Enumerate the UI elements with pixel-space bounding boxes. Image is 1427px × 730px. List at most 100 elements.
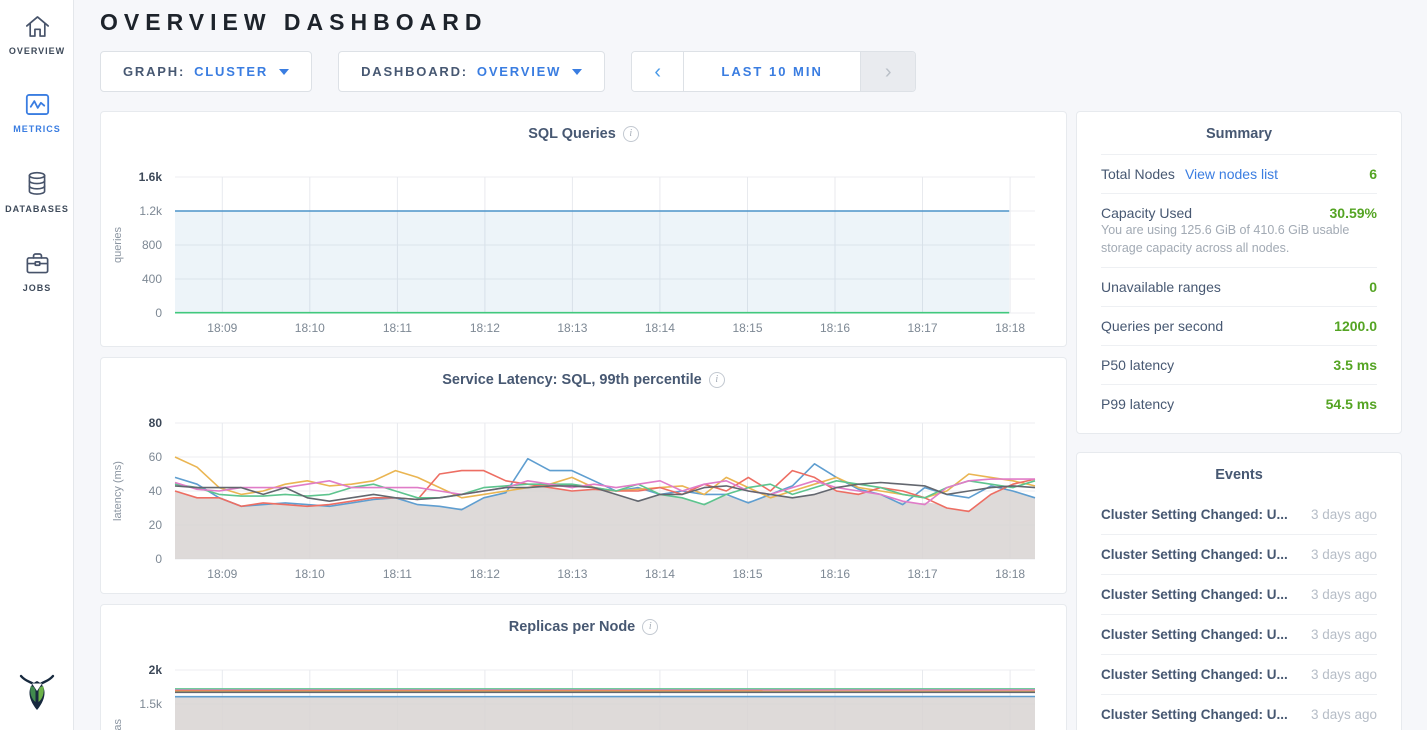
view-nodes-list-link[interactable]: View nodes list (1185, 166, 1278, 182)
sidebar-item-label: DATABASES (5, 204, 69, 214)
svg-text:1.5k: 1.5k (139, 697, 163, 711)
svg-text:18:11: 18:11 (383, 567, 412, 581)
chart-title: SQL Queries (528, 126, 616, 142)
event-row[interactable]: Cluster Setting Changed: U... 3 days ago (1101, 495, 1377, 534)
svg-text:400: 400 (142, 272, 162, 286)
event-title: Cluster Setting Changed: U... (1101, 547, 1288, 562)
time-range-next-button[interactable]: › (860, 52, 915, 91)
sidebar-item-overview[interactable]: OVERVIEW (0, 0, 74, 66)
svg-text:18:18: 18:18 (995, 567, 1025, 581)
svg-text:latency (ms): latency (ms) (112, 461, 124, 521)
svg-text:0: 0 (155, 306, 162, 320)
svg-text:18:10: 18:10 (295, 321, 325, 335)
event-title: Cluster Setting Changed: U... (1101, 587, 1288, 602)
event-time: 3 days ago (1311, 627, 1377, 642)
event-time: 3 days ago (1311, 707, 1377, 722)
svg-text:18:12: 18:12 (470, 321, 500, 335)
sidebar-item-databases[interactable]: DATABASES (0, 156, 74, 224)
page-title: OVERVIEW DASHBOARD (100, 9, 1427, 36)
event-title: Cluster Setting Changed: U... (1101, 507, 1288, 522)
summary-value: 30.59% (1330, 205, 1377, 221)
event-row[interactable]: Cluster Setting Changed: U...3 days ago (1101, 694, 1377, 730)
svg-text:18:16: 18:16 (820, 567, 850, 581)
summary-row-p50: P50 latency 3.5 ms (1101, 345, 1377, 384)
summary-row-qps: Queries per second 1200.0 (1101, 306, 1377, 345)
capacity-note: You are using 125.6 GiB of 410.6 GiB usa… (1101, 219, 1377, 267)
svg-text:2k: 2k (149, 663, 163, 677)
svg-text:18:17: 18:17 (907, 567, 937, 581)
main-content: OVERVIEW DASHBOARD GRAPH: CLUSTER DASHBO… (74, 0, 1427, 730)
summary-label: Unavailable ranges (1101, 279, 1221, 295)
replicas-per-node-chart[interactable]: 00.5k1k1.5k2k18:0918:1018:1118:1218:1318… (101, 660, 1066, 730)
summary-label: Queries per second (1101, 318, 1223, 334)
caret-down-icon (279, 69, 289, 75)
side-column: Summary Total Nodes View nodes list 6 Ca… (1076, 111, 1402, 730)
summary-value: 1200.0 (1334, 318, 1377, 334)
event-row[interactable]: Cluster Setting Changed: U... 3 days ago (1101, 534, 1377, 574)
service-latency-chart[interactable]: 02040608018:0918:1018:1118:1218:1318:141… (101, 413, 1066, 585)
time-range-label[interactable]: LAST 10 MIN (684, 52, 860, 91)
graph-dropdown-value: CLUSTER (194, 64, 268, 79)
sidebar-item-jobs[interactable]: JOBS (0, 236, 74, 303)
sidebar-item-metrics[interactable]: METRICS (0, 78, 74, 144)
summary-row-total-nodes: Total Nodes View nodes list 6 (1101, 154, 1377, 193)
events-panel: Events Cluster Setting Changed: U... 3 da… (1076, 452, 1402, 730)
svg-text:20: 20 (149, 518, 163, 532)
summary-value: 54.5 ms (1326, 396, 1377, 412)
event-title: Cluster Setting Changed: U... (1101, 667, 1288, 682)
chevron-left-icon: ‹ (654, 62, 661, 82)
time-range-prev-button[interactable]: ‹ (632, 52, 684, 91)
svg-text:18:15: 18:15 (732, 321, 762, 335)
svg-text:800: 800 (142, 238, 162, 252)
sidebar: OVERVIEW METRICS DATABASES (0, 0, 74, 730)
sql-queries-chart[interactable]: 04008001.2k1.6k18:0918:1018:1118:1218:13… (101, 167, 1066, 339)
dashboard-dropdown[interactable]: DASHBOARD: OVERVIEW (338, 51, 605, 92)
svg-text:18:15: 18:15 (732, 567, 762, 581)
svg-text:18:17: 18:17 (907, 321, 937, 335)
sidebar-item-label: JOBS (23, 283, 52, 293)
event-time: 3 days ago (1311, 587, 1377, 602)
svg-text:18:09: 18:09 (207, 321, 237, 335)
caret-down-icon (572, 69, 582, 75)
svg-text:replicas: replicas (112, 719, 124, 730)
event-time: 3 days ago (1311, 547, 1377, 562)
svg-text:18:13: 18:13 (557, 321, 587, 335)
summary-value: 6 (1369, 166, 1377, 182)
info-icon[interactable]: i (642, 619, 658, 635)
dashboard-dropdown-label: DASHBOARD: (361, 64, 468, 79)
event-time: 3 days ago (1311, 507, 1377, 522)
summary-row-capacity: Capacity Used 30.59% You are using 125.6… (1101, 193, 1377, 267)
chevron-right-icon: › (885, 62, 892, 82)
jobs-icon (24, 250, 51, 276)
summary-value: 3.5 ms (1333, 357, 1377, 373)
event-title: Cluster Setting Changed: U... (1101, 627, 1288, 642)
event-row[interactable]: Cluster Setting Changed: U... 3 days ago (1101, 614, 1377, 654)
events-title: Events (1101, 467, 1377, 495)
graph-dropdown-label: GRAPH: (123, 64, 185, 79)
svg-text:18:18: 18:18 (995, 321, 1025, 335)
event-row[interactable]: Cluster Setting Changed: U... 3 days ago (1101, 574, 1377, 614)
time-range-selector: ‹ LAST 10 MIN › (631, 51, 916, 92)
graph-dropdown[interactable]: GRAPH: CLUSTER (100, 51, 312, 92)
svg-text:18:12: 18:12 (470, 567, 500, 581)
svg-text:18:13: 18:13 (557, 567, 587, 581)
charts-column: SQL Queriesi 04008001.2k1.6k18:0918:1018… (100, 111, 1067, 730)
svg-text:80: 80 (149, 416, 163, 430)
svg-text:18:09: 18:09 (207, 567, 237, 581)
sql-queries-card: SQL Queriesi 04008001.2k1.6k18:0918:1018… (100, 111, 1067, 347)
home-icon (24, 14, 51, 39)
info-icon[interactable]: i (709, 372, 725, 388)
svg-text:0: 0 (155, 552, 162, 566)
event-time: 3 days ago (1311, 667, 1377, 682)
svg-text:queries: queries (112, 226, 124, 263)
event-row[interactable]: Cluster Setting Changed: U... 3 days ago (1101, 654, 1377, 694)
svg-text:18:14: 18:14 (645, 567, 675, 581)
info-icon[interactable]: i (623, 126, 639, 142)
svg-text:1.6k: 1.6k (139, 170, 163, 184)
admin-ui: OVERVIEW METRICS DATABASES (0, 0, 1427, 730)
dashboard-dropdown-value: OVERVIEW (477, 64, 561, 79)
svg-text:40: 40 (149, 484, 163, 498)
svg-text:18:14: 18:14 (645, 321, 675, 335)
summary-label: P50 latency (1101, 357, 1174, 373)
cockroachdb-logo[interactable] (0, 668, 74, 716)
